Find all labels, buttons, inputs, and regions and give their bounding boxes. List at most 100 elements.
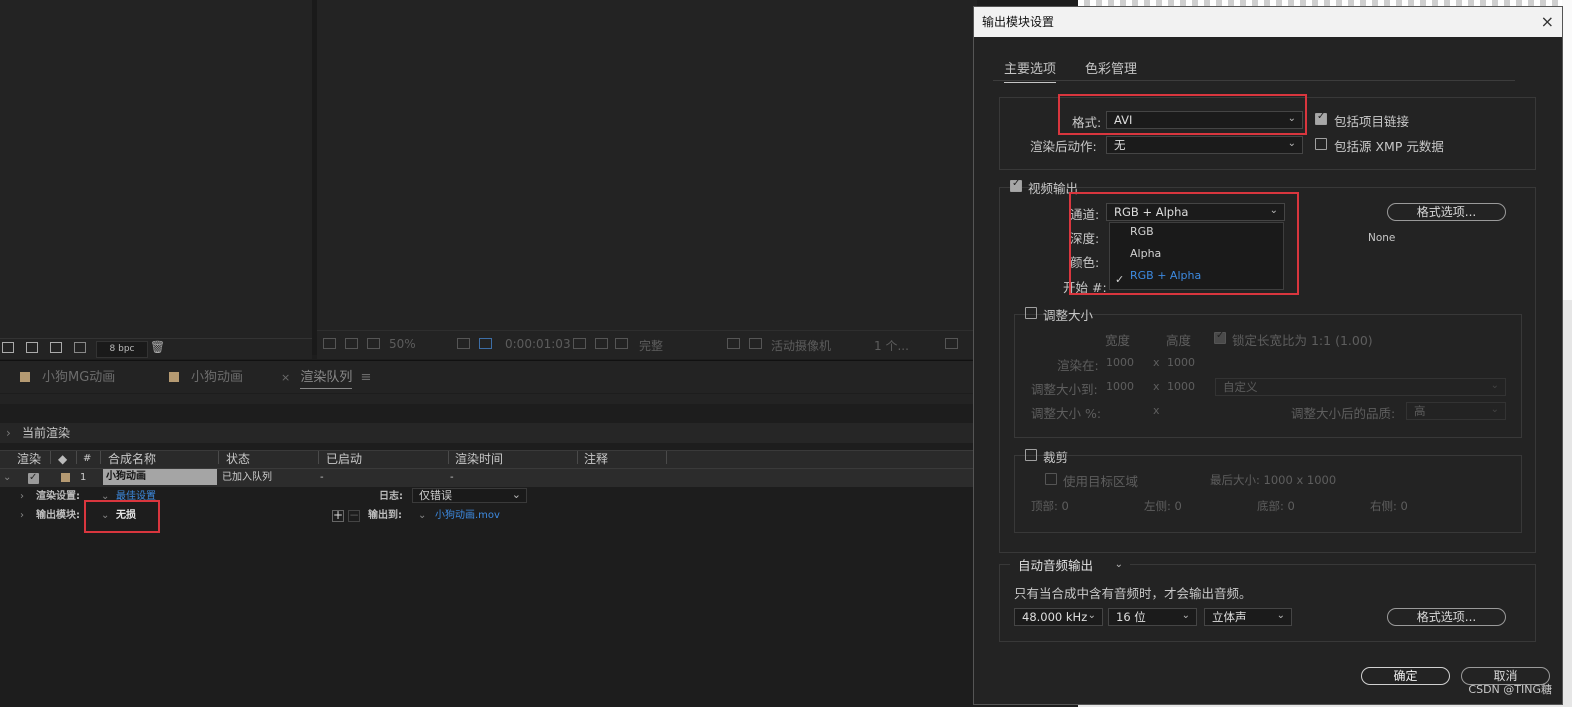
- panel-tabs: 小狗MG动画 小狗动画 × 渲染队列 ≡: [0, 360, 977, 393]
- chevron-down-icon: ⌄: [511, 488, 521, 501]
- audio-format-options-button[interactable]: 格式选项...: [1387, 608, 1506, 626]
- background-scrollbar: [1562, 0, 1572, 300]
- tab-render-queue[interactable]: × 渲染队列 ≡: [281, 366, 372, 389]
- tab-close-icon[interactable]: ×: [281, 371, 290, 384]
- always-preview-icon[interactable]: [323, 338, 336, 349]
- view-options-icon[interactable]: [945, 338, 958, 349]
- video-output-checkbox[interactable]: [1010, 178, 1022, 192]
- interpret-footage-icon[interactable]: [2, 342, 14, 353]
- roi-icon[interactable]: [727, 338, 740, 349]
- region-icon[interactable]: [479, 338, 492, 349]
- log-dropdown[interactable]: 仅错误 ⌄: [412, 488, 527, 503]
- resize-to-width[interactable]: 1000: [1106, 380, 1134, 393]
- chevron-down-icon[interactable]: ⌄: [418, 507, 426, 525]
- tab-puppy[interactable]: 小狗动画: [169, 366, 243, 385]
- crop-checkbox[interactable]: [1025, 449, 1037, 461]
- chevron-down-icon[interactable]: ⌄: [3, 469, 11, 487]
- crop-top[interactable]: 顶部: 0: [1031, 498, 1069, 514]
- format-dropdown[interactable]: AVI ⌄: [1106, 111, 1303, 129]
- chevron-down-icon: ⌄: [1490, 380, 1499, 391]
- views-dropdown[interactable]: 1 个...: [874, 337, 909, 354]
- chevron-down-icon: ⌄: [1287, 113, 1296, 124]
- crop-right[interactable]: 右侧: 0: [1370, 498, 1408, 514]
- channel-option-rgb[interactable]: RGB: [1130, 225, 1154, 238]
- crop-left[interactable]: 左侧: 0: [1144, 498, 1182, 514]
- label-color-swatch[interactable]: [61, 473, 70, 482]
- render-settings-link[interactable]: 最佳设置: [116, 488, 156, 506]
- comp-name-cell[interactable]: 小狗动画: [103, 469, 217, 485]
- include-project-link-checkbox[interactable]: [1315, 111, 1327, 125]
- include-xmp-checkbox[interactable]: [1315, 138, 1327, 150]
- lock-aspect-checkbox[interactable]: [1214, 330, 1226, 344]
- composition-viewer[interactable]: [317, 0, 977, 330]
- chevron-down-icon[interactable]: ⌄: [101, 488, 109, 506]
- chevron-right-icon[interactable]: ›: [6, 423, 11, 443]
- output-module-row: › 输出模块: ⌄ 无损 + − 输出到: ⌄ 小狗动画.mov: [0, 507, 977, 525]
- video-format-options-button[interactable]: 格式选项...: [1387, 203, 1506, 221]
- label-tag-icon[interactable]: ◆: [58, 451, 67, 467]
- comp-swatch-icon: [169, 372, 179, 382]
- project-panel: [0, 0, 312, 338]
- panel-menu-icon[interactable]: ≡: [361, 370, 372, 385]
- close-icon[interactable]: ×: [1541, 7, 1554, 37]
- bit-depth-dropdown[interactable]: 16 位 ⌄: [1108, 608, 1197, 626]
- dialog-title-bar: 输出模块设置 ×: [974, 7, 1562, 37]
- channels-audio-dropdown[interactable]: 立体声 ⌄: [1204, 608, 1292, 626]
- codec-label: None: [1368, 232, 1396, 244]
- new-composition-icon[interactable]: [50, 342, 62, 353]
- chevron-down-icon: ⌄: [1181, 610, 1190, 621]
- chevron-right-icon[interactable]: ›: [20, 507, 24, 525]
- channels-dropdown[interactable]: RGB + Alpha ⌄: [1106, 203, 1285, 221]
- mask-icon[interactable]: [367, 338, 380, 349]
- grid-icon[interactable]: [749, 338, 762, 349]
- current-render-bar[interactable]: › 当前渲染: [0, 423, 977, 443]
- audio-output-dropdown[interactable]: 自动音频输出 ⌄: [1010, 557, 1130, 575]
- crop-panel: [1014, 455, 1522, 533]
- chevron-right-icon[interactable]: ›: [20, 488, 24, 506]
- remove-output-icon[interactable]: −: [348, 509, 360, 522]
- chevron-down-icon: ⌄: [1087, 610, 1096, 621]
- chevron-down-icon: ⌄: [1287, 138, 1296, 149]
- chevron-down-icon[interactable]: ⌄: [101, 507, 109, 525]
- resize-preset-dropdown[interactable]: 自定义 ⌄: [1215, 378, 1506, 396]
- sample-rate-dropdown[interactable]: 48.000 kHz ⌄: [1014, 608, 1103, 626]
- queue-row[interactable]: ⌄ 1 小狗动画 已加入队列 - -: [0, 469, 977, 487]
- channel-option-rgb-alpha[interactable]: RGB + Alpha: [1130, 269, 1201, 282]
- queue-header: 渲染 ◆ # 合成名称 状态 已启动 渲染时间 注释: [0, 450, 977, 469]
- resize-to-height[interactable]: 1000: [1167, 380, 1195, 393]
- ok-button[interactable]: 确定: [1361, 667, 1450, 685]
- fit-icon[interactable]: [457, 338, 470, 349]
- resize-quality-dropdown[interactable]: 高 ⌄: [1406, 402, 1506, 420]
- add-output-icon[interactable]: +: [332, 509, 344, 522]
- channel-option-alpha[interactable]: Alpha: [1130, 247, 1161, 260]
- channels-menu: RGB Alpha ✓ RGB + Alpha: [1109, 222, 1284, 290]
- flowchart-icon[interactable]: [74, 342, 86, 353]
- tab-puppy-mg[interactable]: 小狗MG动画: [20, 366, 115, 385]
- zoom-dropdown[interactable]: 50%: [389, 337, 416, 351]
- output-module-link[interactable]: 无损: [116, 507, 136, 525]
- show-snapshot-icon[interactable]: [595, 338, 608, 349]
- post-render-dropdown[interactable]: 无 ⌄: [1106, 136, 1303, 154]
- bpc-toggle[interactable]: 8 bpc: [96, 341, 148, 358]
- camera-dropdown[interactable]: 活动摄像机: [771, 337, 831, 354]
- snapshot-icon[interactable]: [573, 338, 586, 349]
- chevron-down-icon: ⌄: [1276, 610, 1285, 621]
- crop-bottom[interactable]: 底部: 0: [1257, 498, 1295, 514]
- check-icon: ✓: [1115, 273, 1125, 286]
- timecode[interactable]: 0:00:01:03: [505, 337, 571, 351]
- resolution-dropdown[interactable]: 完整: [639, 337, 663, 354]
- color-channel-icon[interactable]: [615, 338, 628, 349]
- render-settings-row: › 渲染设置: ⌄ 最佳设置 日志: 仅错误 ⌄: [0, 488, 977, 506]
- tab-color-management[interactable]: 色彩管理: [1085, 58, 1137, 77]
- new-folder-icon[interactable]: [26, 342, 38, 353]
- tab-divider: [993, 80, 1515, 81]
- trash-icon[interactable]: 🗑: [150, 340, 165, 354]
- resize-checkbox[interactable]: [1025, 307, 1037, 319]
- monitor-icon[interactable]: [345, 338, 358, 349]
- dialog-title: 输出模块设置: [982, 15, 1055, 29]
- output-file-link[interactable]: 小狗动画.mov: [435, 507, 500, 525]
- use-roi-checkbox[interactable]: [1045, 473, 1057, 485]
- queue-spacer: [0, 394, 977, 404]
- chevron-down-icon: ⌄: [1114, 559, 1123, 570]
- render-checkbox[interactable]: [28, 469, 39, 487]
